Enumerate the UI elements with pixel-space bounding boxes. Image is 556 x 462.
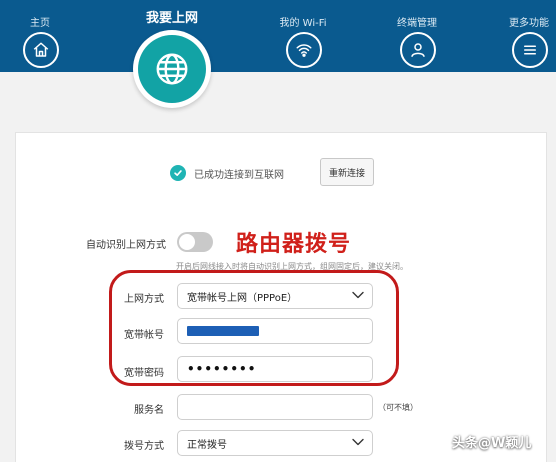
service-name-note: （可不填） [378,403,418,412]
nav-item-wifi[interactable]: 我的 Wi-Fi [253,0,353,72]
router-admin-page: 主页 我的 Wi-Fi 终端管理 更多功能 我要上网 已成功连接到互联网 重新连… [0,0,556,462]
nav-item-home[interactable]: 主页 [0,0,90,72]
chevron-down-icon [352,438,364,448]
dial-mode-select[interactable]: 正常拨号 [177,430,373,456]
connection-status: 已成功连接到互联网 [170,160,284,186]
nav-home-label: 主页 [30,18,50,29]
toggle-knob [179,234,195,250]
check-circle-icon [170,165,186,181]
nav-more-label: 更多功能 [509,18,549,29]
user-icon[interactable] [400,32,436,68]
service-name-input[interactable] [177,394,373,420]
dial-mode-value: 正常拨号 [187,439,227,451]
menu-icon[interactable] [512,32,548,68]
globe-icon[interactable] [138,35,206,103]
nav-wifi-label: 我的 Wi-Fi [279,18,327,29]
home-icon[interactable] [23,32,59,68]
dial-mode-label: 拨号方式 [124,441,164,452]
service-name-label: 服务名 [134,405,164,416]
router-dial-annotation: 路由器拨号 [236,231,352,257]
top-navigation-bar: 主页 我的 Wi-Fi 终端管理 更多功能 我要上网 [0,0,556,72]
auto-detect-toggle[interactable] [177,232,213,252]
dial-settings-highlight [109,270,399,386]
reconnect-button[interactable]: 重新连接 [320,158,374,186]
wifi-icon[interactable] [286,32,322,68]
nav-item-more[interactable]: 更多功能 [479,0,556,72]
watermark: 头条@W颖儿 [452,436,532,451]
nav-item-terminal[interactable]: 终端管理 [367,0,467,72]
nav-internet-label[interactable]: 我要上网 [100,7,244,26]
status-text: 已成功连接到互联网 [194,169,284,181]
nav-terminal-label: 终端管理 [397,18,437,29]
auto-detect-label: 自动识别上网方式 [86,240,166,251]
